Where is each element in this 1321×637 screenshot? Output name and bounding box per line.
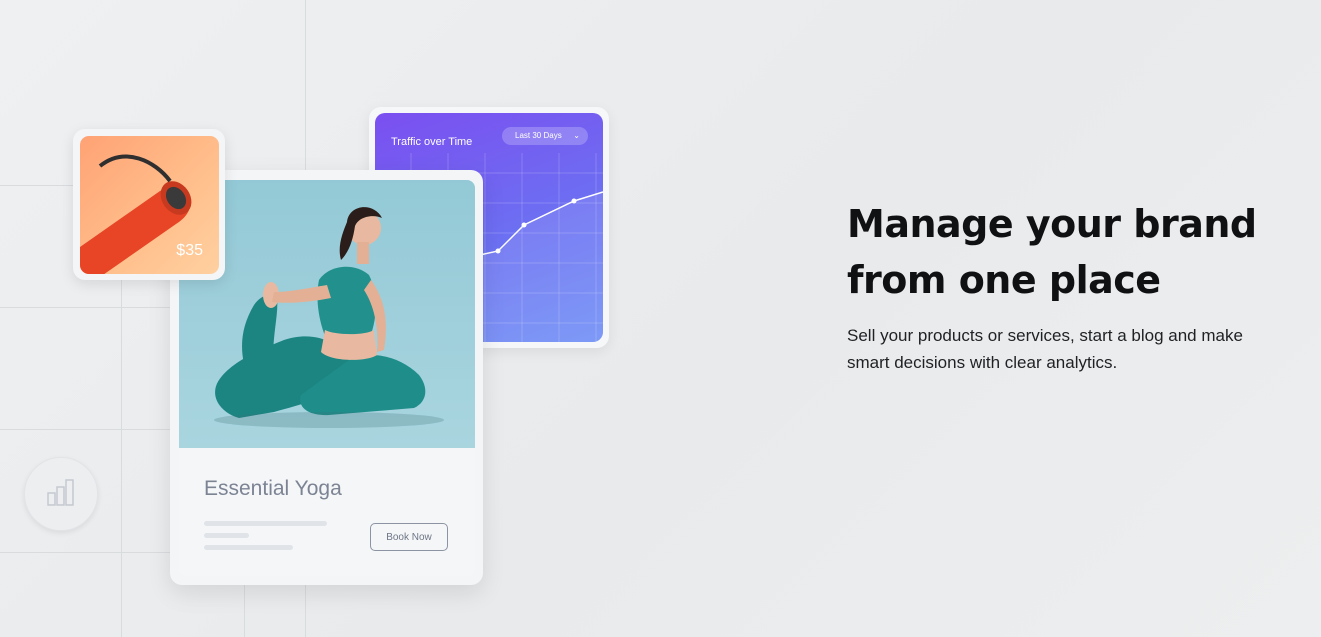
placeholder-line: [204, 533, 249, 538]
price-label: $35: [176, 242, 203, 259]
placeholder-line: [204, 521, 327, 526]
chart-point: [571, 198, 577, 204]
chart-point: [521, 222, 527, 228]
chart-point: [495, 248, 501, 254]
date-range-select[interactable]: Last 30 Days ⌄: [502, 127, 588, 145]
grid-line: [0, 307, 170, 308]
chevron-down-icon: ⌄: [573, 131, 580, 140]
traffic-title: Traffic over Time: [391, 136, 473, 148]
yoga-mat-image: $35: [80, 136, 219, 274]
product-card-body: Essential Yoga Book Now: [179, 448, 475, 576]
placeholder-line: [204, 545, 293, 550]
bar-chart-icon: [46, 478, 76, 511]
hero-headline: Manage your brand from one place: [847, 202, 1257, 302]
date-range-label: Last 30 Days: [515, 131, 562, 140]
grid-line: [0, 552, 170, 553]
hero-subtext: Sell your products or services, start a …: [847, 326, 1243, 372]
price-card: $35: [73, 129, 225, 280]
grid-line: [244, 580, 245, 637]
product-title: Essential Yoga: [204, 477, 342, 500]
grid-line: [0, 429, 170, 430]
book-now-button[interactable]: Book Now: [370, 523, 448, 551]
stats-button[interactable]: [24, 457, 98, 531]
